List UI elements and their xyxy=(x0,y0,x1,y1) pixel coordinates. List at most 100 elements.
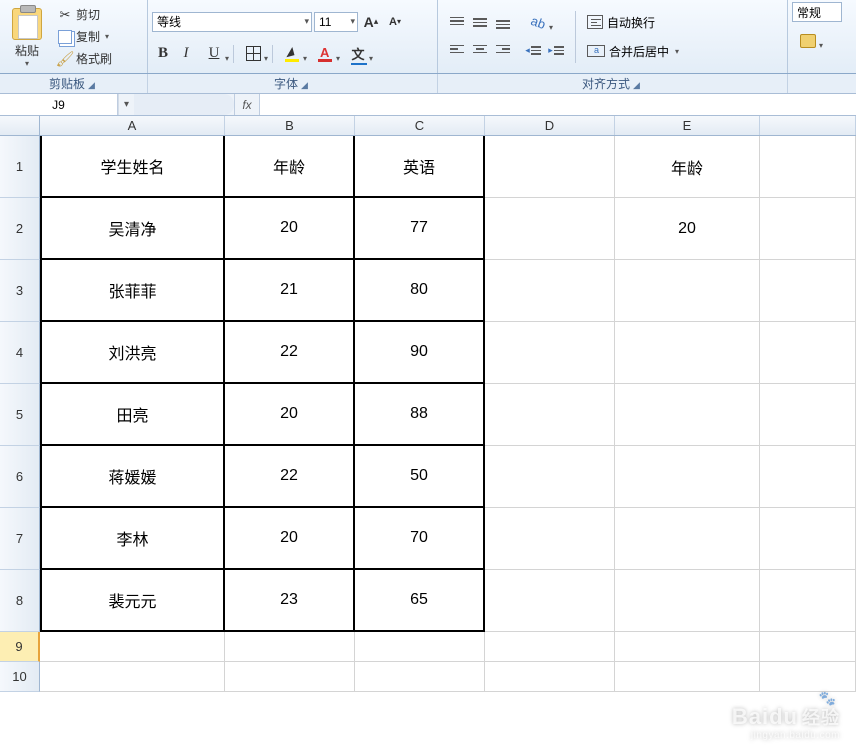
align-center-button[interactable] xyxy=(469,40,491,62)
cell-B9[interactable] xyxy=(225,632,355,662)
name-box-dropdown[interactable]: ▾ xyxy=(118,94,134,115)
cell-E8[interactable] xyxy=(615,570,760,632)
cell-C9[interactable] xyxy=(355,632,485,662)
cell-A10[interactable] xyxy=(40,662,225,692)
cell-E3[interactable] xyxy=(615,260,760,322)
cell-C8[interactable]: 65 xyxy=(355,570,485,632)
cell-D8[interactable] xyxy=(485,570,615,632)
row-header-1[interactable]: 1 xyxy=(0,136,40,198)
paste-button[interactable]: 粘贴 ▾ xyxy=(4,6,50,68)
decrease-font-button[interactable]: A▾ xyxy=(384,11,406,33)
row-header-7[interactable]: 7 xyxy=(0,508,40,570)
wrap-text-button[interactable]: 自动换行 xyxy=(584,13,682,32)
cell-C1[interactable]: 英语 xyxy=(355,136,485,198)
cell-E2[interactable]: 20 xyxy=(615,198,760,260)
cell-C10[interactable] xyxy=(355,662,485,692)
row-header-8[interactable]: 8 xyxy=(0,570,40,632)
cell-E7[interactable] xyxy=(615,508,760,570)
cell-E6[interactable] xyxy=(615,446,760,508)
name-box[interactable]: J9 xyxy=(0,94,118,115)
underline-button[interactable]: U▾ xyxy=(198,43,230,65)
accounting-format-button[interactable]: ▾ xyxy=(792,30,824,52)
cell-E10[interactable] xyxy=(615,662,760,692)
cell-F6[interactable] xyxy=(760,446,856,508)
cell-D10[interactable] xyxy=(485,662,615,692)
cell-F4[interactable] xyxy=(760,322,856,384)
align-bottom-button[interactable] xyxy=(492,12,514,34)
cell-E9[interactable] xyxy=(615,632,760,662)
cell-B2[interactable]: 20 xyxy=(225,198,355,260)
format-painter-button[interactable]: 🖌 格式刷 xyxy=(54,49,115,69)
cut-button[interactable]: ✂ 剪切 xyxy=(54,5,115,25)
italic-button[interactable]: I xyxy=(175,43,197,65)
cell-F8[interactable] xyxy=(760,570,856,632)
cell-D7[interactable] xyxy=(485,508,615,570)
col-header-D[interactable]: D xyxy=(485,116,615,135)
font-name-combo[interactable]: 等线 ▾ xyxy=(152,12,312,32)
cell-D1[interactable] xyxy=(485,136,615,198)
cell-F7[interactable] xyxy=(760,508,856,570)
col-header-B[interactable]: B xyxy=(225,116,355,135)
cell-A8[interactable]: 裴元元 xyxy=(40,570,225,632)
decrease-indent-button[interactable]: ◂ xyxy=(522,40,544,62)
cell-D2[interactable] xyxy=(485,198,615,260)
number-format-combo[interactable]: 常规 xyxy=(792,2,842,22)
copy-button[interactable]: 复制 ▾ xyxy=(54,27,115,47)
cell-A5[interactable]: 田亮 xyxy=(40,384,225,446)
font-color-button[interactable]: ▾ xyxy=(309,43,341,65)
col-header-E[interactable]: E xyxy=(615,116,760,135)
cell-C3[interactable]: 80 xyxy=(355,260,485,322)
col-header-C[interactable]: C xyxy=(355,116,485,135)
increase-indent-button[interactable]: ▸ xyxy=(545,40,567,62)
cell-A4[interactable]: 刘洪亮 xyxy=(40,322,225,384)
cell-C7[interactable]: 70 xyxy=(355,508,485,570)
fx-button[interactable]: fx xyxy=(234,94,260,115)
row-header-3[interactable]: 3 xyxy=(0,260,40,322)
align-middle-button[interactable] xyxy=(469,12,491,34)
row-header-5[interactable]: 5 xyxy=(0,384,40,446)
phonetic-button[interactable]: 文▾ xyxy=(342,43,374,65)
cell-B3[interactable]: 21 xyxy=(225,260,355,322)
cell-B1[interactable]: 年龄 xyxy=(225,136,355,198)
cell-D3[interactable] xyxy=(485,260,615,322)
row-header-4[interactable]: 4 xyxy=(0,322,40,384)
cell-F2[interactable] xyxy=(760,198,856,260)
cell-B5[interactable]: 20 xyxy=(225,384,355,446)
align-top-button[interactable] xyxy=(446,12,468,34)
cell-F3[interactable] xyxy=(760,260,856,322)
cell-A3[interactable]: 张菲菲 xyxy=(40,260,225,322)
row-header-10[interactable]: 10 xyxy=(0,662,40,692)
cell-B4[interactable]: 22 xyxy=(225,322,355,384)
font-size-combo[interactable]: 11 ▾ xyxy=(314,12,358,32)
cell-C4[interactable]: 90 xyxy=(355,322,485,384)
cell-D9[interactable] xyxy=(485,632,615,662)
col-header-A[interactable]: A xyxy=(40,116,225,135)
cell-A9[interactable] xyxy=(40,632,225,662)
bold-button[interactable]: B xyxy=(152,43,174,65)
row-header-6[interactable]: 6 xyxy=(0,446,40,508)
row-header-9[interactable]: 9 xyxy=(0,632,40,662)
row-header-2[interactable]: 2 xyxy=(0,198,40,260)
cell-F5[interactable] xyxy=(760,384,856,446)
cell-C5[interactable]: 88 xyxy=(355,384,485,446)
orientation-button[interactable]: ab▾ xyxy=(522,12,554,34)
cell-F9[interactable] xyxy=(760,632,856,662)
align-expander[interactable]: ◢ xyxy=(630,80,643,90)
cell-C2[interactable]: 77 xyxy=(355,198,485,260)
cell-B6[interactable]: 22 xyxy=(225,446,355,508)
formula-input[interactable] xyxy=(260,94,856,115)
clipboard-expander[interactable]: ◢ xyxy=(85,80,98,90)
cell-E4[interactable] xyxy=(615,322,760,384)
fill-color-button[interactable]: ▾ xyxy=(276,43,308,65)
border-button[interactable]: ▾ xyxy=(237,43,269,65)
cell-D5[interactable] xyxy=(485,384,615,446)
cell-A6[interactable]: 蒋媛媛 xyxy=(40,446,225,508)
align-right-button[interactable] xyxy=(492,40,514,62)
cell-A1[interactable]: 学生姓名 xyxy=(40,136,225,198)
cell-E5[interactable] xyxy=(615,384,760,446)
increase-font-button[interactable]: A▴ xyxy=(360,11,382,33)
cell-F1[interactable] xyxy=(760,136,856,198)
cell-A7[interactable]: 李林 xyxy=(40,508,225,570)
select-all-corner[interactable] xyxy=(0,116,40,135)
cell-D4[interactable] xyxy=(485,322,615,384)
